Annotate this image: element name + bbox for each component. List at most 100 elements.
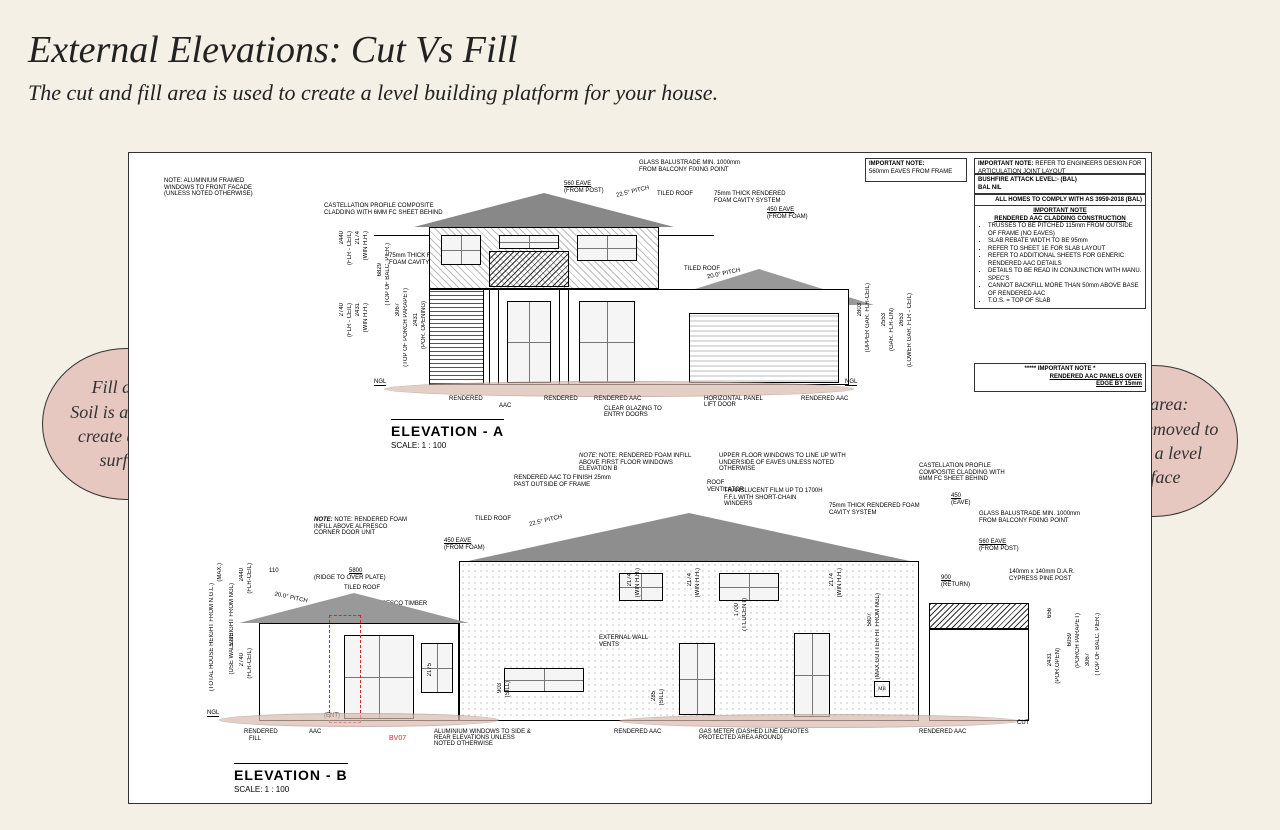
dim: (TOP OF BALC. PIER.) [1095, 613, 1101, 675]
tag: AAC [499, 403, 511, 409]
dim: 2431 [1047, 653, 1053, 666]
dim: 3067 [395, 303, 401, 316]
tag: RENDERED AAC [614, 729, 664, 735]
elevation-a-house [429, 193, 849, 393]
dim: (TOP OF PORCH PARAPET) [403, 288, 409, 367]
ngl-a-right: NGL [845, 379, 857, 386]
dim: 2653 [899, 313, 905, 326]
note-aac-h1: IMPORTANT NOTE [978, 208, 1142, 216]
ground-ellipse-b-cut [619, 714, 1019, 728]
note-eaves-head: IMPORTANT NOTE: [869, 161, 963, 169]
dim: 2740 [239, 653, 245, 666]
dim: 2174 [829, 573, 835, 586]
aac-foot3: EDGE BY 15mm [978, 381, 1142, 389]
tag: AAC [309, 729, 321, 735]
castell-b: CASTELLATION PROFILE COMPOSITE CLADDING … [919, 463, 1019, 483]
ngl-b: NGL [207, 710, 219, 717]
note-aac-foot: ***** IMPORTANT NOTE * RENDERED AAC PANE… [974, 363, 1146, 392]
aac-item: T.O.S. = TOP OF SLAB [988, 298, 1142, 306]
dim: (PORCH PARAPET) [1075, 613, 1081, 668]
elevation-b-title: ELEVATION - B [234, 763, 348, 783]
note-engineers-head: IMPORTANT NOTE: [978, 161, 1034, 167]
dim: (WIN H.H.) [363, 231, 369, 260]
dim: 6829 [377, 263, 383, 276]
dim: 1700 [734, 603, 740, 616]
dim: (SILL) [659, 689, 665, 705]
aac-item: TRUSSES TO BE PITCHED 115mm FROM OUTSIDE… [988, 223, 1142, 238]
dim: 2440 [239, 568, 245, 581]
note-eaves: IMPORTANT NOTE: 560mm EAVES FROM FRAME [865, 158, 967, 182]
elevation-a-title: ELEVATION - A [391, 419, 504, 439]
ground-ellipse-b-fill [219, 713, 499, 727]
elevation-b-house: MB [249, 513, 1039, 733]
aac-item: SLAB REBATE WIDTH TO BE 95mm [988, 238, 1142, 246]
dim: 2431 [413, 313, 419, 326]
note-engineers: IMPORTANT NOTE: REFER TO ENGINEERS DESIG… [974, 158, 1146, 174]
dim: (TOP OF BALC. PIER.) [385, 243, 391, 305]
dim: 2174 [687, 573, 693, 586]
aac-item: DETAILS TO BE READ IN CONJUNCTION WITH M… [988, 268, 1142, 283]
aac-item: REFER TO ADDITIONAL SHEETS FOR GENERIC R… [988, 253, 1142, 268]
dim: 285 [651, 691, 657, 701]
aac-foot2: RENDERED AAC PANELS OVER [978, 374, 1142, 382]
tag: RENDERED AAC [801, 396, 851, 402]
dim: (FLR - CEIL) [347, 231, 353, 265]
dim: (LOWER GAR. FLR - CEIL) [907, 293, 913, 367]
ngl-a-left: NGL [374, 379, 386, 386]
dim: 2175 [427, 663, 433, 676]
bv07: BV07 [389, 735, 406, 742]
eave450b-b: 450 [951, 493, 961, 500]
aac-item: REFER TO SHEET 1E FOR SLAB LAYOUT [988, 246, 1142, 254]
rend25: RENDERED AAC TO FINISH 25mm PAST OUTSIDE… [514, 475, 614, 488]
dim: (USE WALL HEIGHT FROM NGL) [229, 583, 235, 674]
tag: RENDERED [449, 396, 483, 402]
note-eaves-body: 560mm EAVES FROM FRAME [869, 169, 963, 177]
aac-item: CANNOT BACKFILL MORE THAN 50mm ABOVE BAS… [988, 283, 1142, 298]
tag: CUT [1017, 720, 1029, 726]
wall-vents: EXTERNAL WALL VENTS [599, 635, 649, 648]
dim: 5920 [229, 633, 235, 646]
dim: 2440 [339, 231, 345, 244]
note-aac: IMPORTANT NOTE RENDERED AAC CLADDING CON… [974, 205, 1146, 309]
tag: GAS METER (DASHED LINE DENOTES PROTECTED… [699, 729, 809, 741]
tag: ALUMINIUM WINDOWS TO SIDE & REAR ELEVATI… [434, 729, 534, 747]
tag: RENDERED AAC [594, 396, 644, 402]
tag: RENDERED AAC [919, 729, 969, 735]
dim: (POR. OPENING) [421, 301, 427, 349]
dim: 2431 [355, 303, 361, 316]
dim: 2553 [881, 313, 887, 326]
balustrade-a: GLASS BALUSTRADE MIN. 1000mm FROM BALCON… [639, 160, 749, 173]
page-title: External Elevations: Cut Vs Fill [0, 0, 1280, 80]
eave450b-sub: (EAVE) [951, 500, 971, 507]
note-infill-ff: NOTE: NOTE: RENDERED FOAM INFILL ABOVE F… [579, 453, 699, 473]
dim: (GAR. FLR-LIN) [889, 308, 895, 351]
dim: (FLR-CEIL) [247, 648, 253, 679]
note-bushfire-l2: BAL NIL [978, 185, 1142, 193]
dim: (MAX.GUTTER HT FROM NGL) [875, 593, 881, 679]
note-upper: UPPER FLOOR WINDOWS TO LINE UP WITH UNDE… [719, 453, 849, 473]
dim: (WIN H.H.) [695, 568, 701, 597]
dim: (POR.OPEN) [1055, 648, 1061, 684]
tag: FILL [249, 736, 261, 742]
ground-ellipse-a [384, 381, 854, 397]
tag: CLEAR GLAZING TO ENTRY DOORS [604, 406, 674, 418]
note-aac-h2: RENDERED AAC CLADDING CONSTRUCTION [978, 216, 1142, 224]
mb-box: MB [874, 681, 890, 697]
dim: 2803 [857, 303, 863, 316]
dim: 903 [497, 683, 503, 693]
note-bushfire-l1: BUSHFIRE ATTACK LEVEL:- (BAL) [978, 177, 1142, 185]
dim: (WIN H.H.) [837, 568, 843, 597]
aac-foot1: ***** IMPORTANT NOTE * [978, 366, 1142, 374]
dim: (WIN H.H.) [363, 303, 369, 332]
elevation-b-block: ELEVATION - B SCALE: 1 : 100 [234, 763, 348, 794]
dim: (SILL) [505, 681, 511, 697]
dim: 6059 [1067, 633, 1073, 646]
tag: RENDERED [244, 729, 278, 735]
dim: 2174 [355, 231, 361, 244]
dim: (FLR-CEIL) [247, 563, 253, 594]
dim: 5807 [867, 613, 873, 626]
dim: 2740 [339, 303, 345, 316]
dim: (MAX.) [217, 563, 223, 582]
dim: (TOTAL HOUSE HEIGHT FROM N.G.L.) [209, 583, 215, 691]
dim: 3067 [1085, 653, 1091, 666]
